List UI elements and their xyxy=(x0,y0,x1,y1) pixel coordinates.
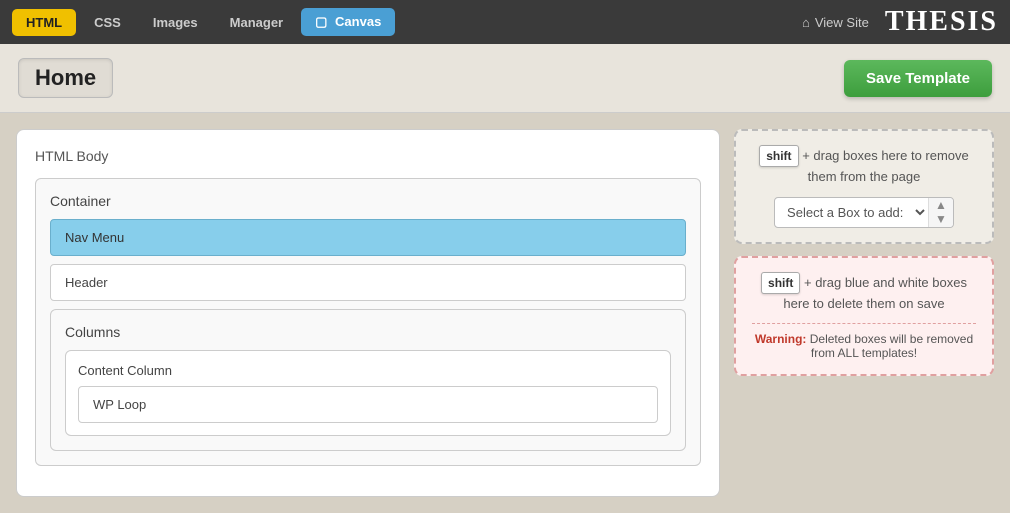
save-template-button[interactable]: Save Template xyxy=(844,60,992,97)
shift-key-delete: shift xyxy=(761,272,800,294)
select-box-row: Select a Box to add: ▲▼ xyxy=(752,197,976,228)
top-bar-right: ⌂ View Site THESIS xyxy=(802,6,998,38)
nav-menu-item[interactable]: Nav Menu xyxy=(50,219,686,256)
select-arrows-icon: ▲▼ xyxy=(928,198,953,227)
view-site-button[interactable]: ⌂ View Site xyxy=(802,15,869,30)
remove-hint-box: shift + drag boxes here to remove them f… xyxy=(734,129,994,244)
left-panel: HTML Body Container Nav Menu Header Colu… xyxy=(16,129,720,497)
home-icon: ⌂ xyxy=(802,15,810,30)
remove-hint-text: shift + drag boxes here to remove them f… xyxy=(752,145,976,187)
canvas-icon: ▢ xyxy=(315,14,327,29)
content-column-box: Content Column WP Loop xyxy=(65,350,671,436)
html-body-label: HTML Body xyxy=(35,148,701,164)
tab-css[interactable]: CSS xyxy=(80,9,135,36)
warning-text: Warning: Deleted boxes will be removed f… xyxy=(752,323,976,360)
main-content: HTML Body Container Nav Menu Header Colu… xyxy=(0,113,1010,513)
wp-loop-item[interactable]: WP Loop xyxy=(78,386,658,423)
tab-manager[interactable]: Manager xyxy=(216,9,297,36)
select-box-dropdown[interactable]: Select a Box to add: xyxy=(775,198,928,227)
content-column-label: Content Column xyxy=(78,363,658,378)
right-panel: shift + drag boxes here to remove them f… xyxy=(734,129,994,497)
tab-images[interactable]: Images xyxy=(139,9,212,36)
shift-key-remove: shift xyxy=(759,145,798,167)
delete-hint-text: shift + drag blue and white boxes here t… xyxy=(752,272,976,314)
page-title: Home xyxy=(18,58,113,98)
delete-hint-box: shift + drag blue and white boxes here t… xyxy=(734,256,994,377)
tab-html[interactable]: HTML xyxy=(12,9,76,36)
warning-label: Warning: xyxy=(755,332,807,346)
container-box: Container Nav Menu Header Columns Conten… xyxy=(35,178,701,466)
page-header: Home Save Template xyxy=(0,44,1010,113)
columns-box: Columns Content Column WP Loop xyxy=(50,309,686,451)
columns-label: Columns xyxy=(65,324,671,340)
header-item[interactable]: Header xyxy=(50,264,686,301)
container-label: Container xyxy=(50,193,686,209)
tab-canvas[interactable]: ▢ Canvas xyxy=(301,8,395,36)
thesis-logo: THESIS xyxy=(885,6,998,38)
top-navigation-bar: HTML CSS Images Manager ▢ Canvas ⌂ View … xyxy=(0,0,1010,44)
select-box-wrapper[interactable]: Select a Box to add: ▲▼ xyxy=(774,197,954,228)
